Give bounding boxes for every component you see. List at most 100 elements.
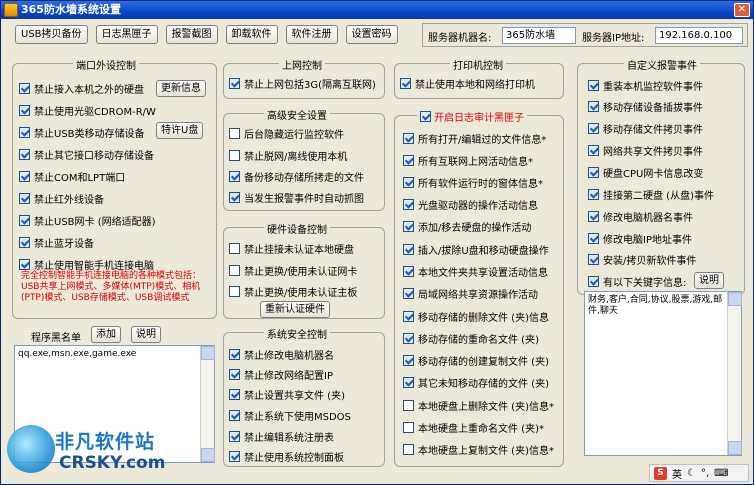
checkbox[interactable] [588,188,599,200]
server-ip-field[interactable]: 192.168.0.100 [655,27,743,44]
alarm-item-2[interactable]: 移动存储文件拷贝事件 [588,121,703,136]
checkbox[interactable] [229,430,240,442]
blacklist-add-button[interactable]: 添加 [91,326,121,343]
alarm-item-4[interactable]: 硬盘CPU网卡信息改变 [588,165,703,180]
checkbox[interactable] [229,170,240,182]
checkbox[interactable] [229,348,240,360]
vertical-scrollbar[interactable] [727,292,742,455]
alarm-item-1[interactable]: 移动存储设备插拔事件 [588,99,703,114]
checkbox[interactable] [588,100,599,112]
checkbox[interactable] [588,232,599,244]
licensed-usb-button[interactable]: 特许U盘 [156,122,204,139]
checkbox[interactable] [229,450,240,462]
server-name-field[interactable]: 365防水墙 [502,27,576,44]
port-item-5[interactable]: 禁止红外线设备 [19,191,104,206]
checkbox[interactable] [403,243,414,255]
system-item-4[interactable]: 禁止编辑系统注册表 [229,429,334,444]
checkbox[interactable] [588,210,599,222]
checkbox[interactable] [403,376,414,388]
hardware-item-0[interactable]: 禁止挂接未认证本地硬盘 [229,241,354,256]
security-item-3[interactable]: 当发生报警事件时自动抓图 [229,190,364,205]
alarm-item-6[interactable]: 修改电脑机器名事件 [588,209,693,224]
alarm-item-0[interactable]: 重装本机监控软件事件 [588,78,703,93]
checkbox[interactable] [403,265,414,277]
checkbox[interactable] [403,287,414,299]
checkbox[interactable] [403,421,414,433]
checkbox[interactable] [229,409,240,421]
checkbox[interactable] [229,285,240,297]
scroll-down-icon[interactable] [201,448,215,462]
checkbox[interactable] [403,132,414,144]
port-item-4[interactable]: 禁止COM和LPT端口 [19,169,125,184]
audit-item-8[interactable]: 移动存储的删除文件 (夹)信息 [403,309,549,324]
moon-icon[interactable]: ☾ [687,468,696,479]
checkbox[interactable] [19,192,30,204]
close-icon[interactable]: ✕ [734,3,750,17]
checkbox[interactable] [588,79,599,91]
blacklist-help-button[interactable]: 说明 [131,326,161,343]
audit-item-12[interactable]: 本地硬盘上删除文件 (夹)信息* [403,398,554,413]
checkbox[interactable] [403,220,414,232]
alarm-item-5[interactable]: 挂接第二硬盘 (从盘)事件 [588,187,714,202]
alarm-item-3[interactable]: 网络共享文件拷贝事件 [588,143,703,158]
checkbox[interactable] [229,264,240,276]
checkbox[interactable] [588,275,599,287]
keyword-help-button[interactable]: 说明 [694,272,724,289]
punct-icon[interactable]: °, [701,468,709,479]
audit-item-14[interactable]: 本地硬盘上复制文件 (夹)信息* [403,442,554,457]
set-password-button[interactable]: 设置密码 [345,25,398,44]
checkbox[interactable] [19,148,30,160]
keywords-textarea[interactable]: 财务,客户,合同,协议,股票,游戏,邮件,聊天 [584,291,742,456]
reauth-hardware-button[interactable]: 重新认证硬件 [260,301,330,318]
security-item-0[interactable]: 后台隐藏运行监控软件 [229,126,344,141]
audit-item-11[interactable]: 其它未知移动存储的文件 (夹) [403,375,549,390]
checkbox[interactable] [403,399,414,411]
audit-item-6[interactable]: 本地文件夹共享设置活动信息 [403,264,548,279]
audit-item-0[interactable]: 所有打开/编辑过的文件信息* [403,131,546,146]
port-item-1[interactable]: 禁止使用光驱CDROM-R/W [19,103,156,118]
audit-item-3[interactable]: 光盘驱动器的操作活动信息 [403,197,538,212]
checkbox[interactable] [19,82,30,94]
scroll-up-icon[interactable] [201,346,215,360]
hardware-item-2[interactable]: 禁止更换/使用未认证主板 [229,284,357,299]
checkbox[interactable] [588,166,599,178]
system-item-0[interactable]: 禁止修改电脑机器名 [229,347,334,362]
audit-item-4[interactable]: 添加/移去硬盘的操作活动 [403,219,531,234]
log-blackbox-button[interactable]: 日志黑匣子 [95,25,158,44]
audit-item-10[interactable]: 移动存储的创建复制文件 (夹) [403,353,549,368]
security-item-2[interactable]: 备份移动存储所拷走的文件 [229,169,364,184]
ime-toolbar[interactable]: S 英 ☾ °, ⌨ [649,464,749,482]
port-item-8[interactable]: 禁止使用智能手机连接电脑 [19,257,154,272]
security-item-1[interactable]: 禁止脱网/离线使用本机 [229,148,347,163]
checkbox[interactable] [229,388,240,400]
register-button[interactable]: 软件注册 [285,25,338,44]
system-item-5[interactable]: 禁止使用系统控制面板 [229,449,344,464]
checkbox[interactable] [229,149,240,161]
checkbox[interactable] [403,443,414,455]
checkbox[interactable] [403,154,414,166]
checkbox[interactable] [229,77,240,89]
alarm-item-7[interactable]: 修改电脑IP地址事件 [588,231,692,246]
port-item-3[interactable]: 禁止其它接口移动存储设备 [19,147,154,162]
checkbox[interactable] [420,111,431,122]
checkbox[interactable] [588,144,599,156]
checkbox[interactable] [588,122,599,134]
vertical-scrollbar[interactable] [200,346,215,462]
port-item-2[interactable]: 禁止USB类移动存储设备 [19,125,145,140]
checkbox[interactable] [403,198,414,210]
checkbox[interactable] [403,310,414,322]
hardware-item-1[interactable]: 禁止更换/使用未认证网卡 [229,263,357,278]
print-item-0[interactable]: 禁止使用本地和网络打印机 [400,76,535,91]
audit-item-7[interactable]: 局域网络共享资源操作活动 [403,286,538,301]
keyboard-icon[interactable]: ⌨ [714,468,728,479]
checkbox[interactable] [229,191,240,203]
scroll-up-icon[interactable] [728,292,742,306]
update-info-button[interactable]: 更新信息 [156,80,206,97]
audit-item-1[interactable]: 所有互联网上网活动信息* [403,153,533,168]
checkbox[interactable] [19,170,30,182]
checkbox[interactable] [19,236,30,248]
usb-backup-button[interactable]: USB拷贝备份 [15,25,88,44]
alarm-item-9[interactable]: 有以下关键字信息: [588,274,686,289]
net-item-0[interactable]: 禁止上网包括3G(隔离互联网) [229,76,376,91]
port-item-6[interactable]: 禁止USB网卡 (网络适配器) [19,213,156,228]
